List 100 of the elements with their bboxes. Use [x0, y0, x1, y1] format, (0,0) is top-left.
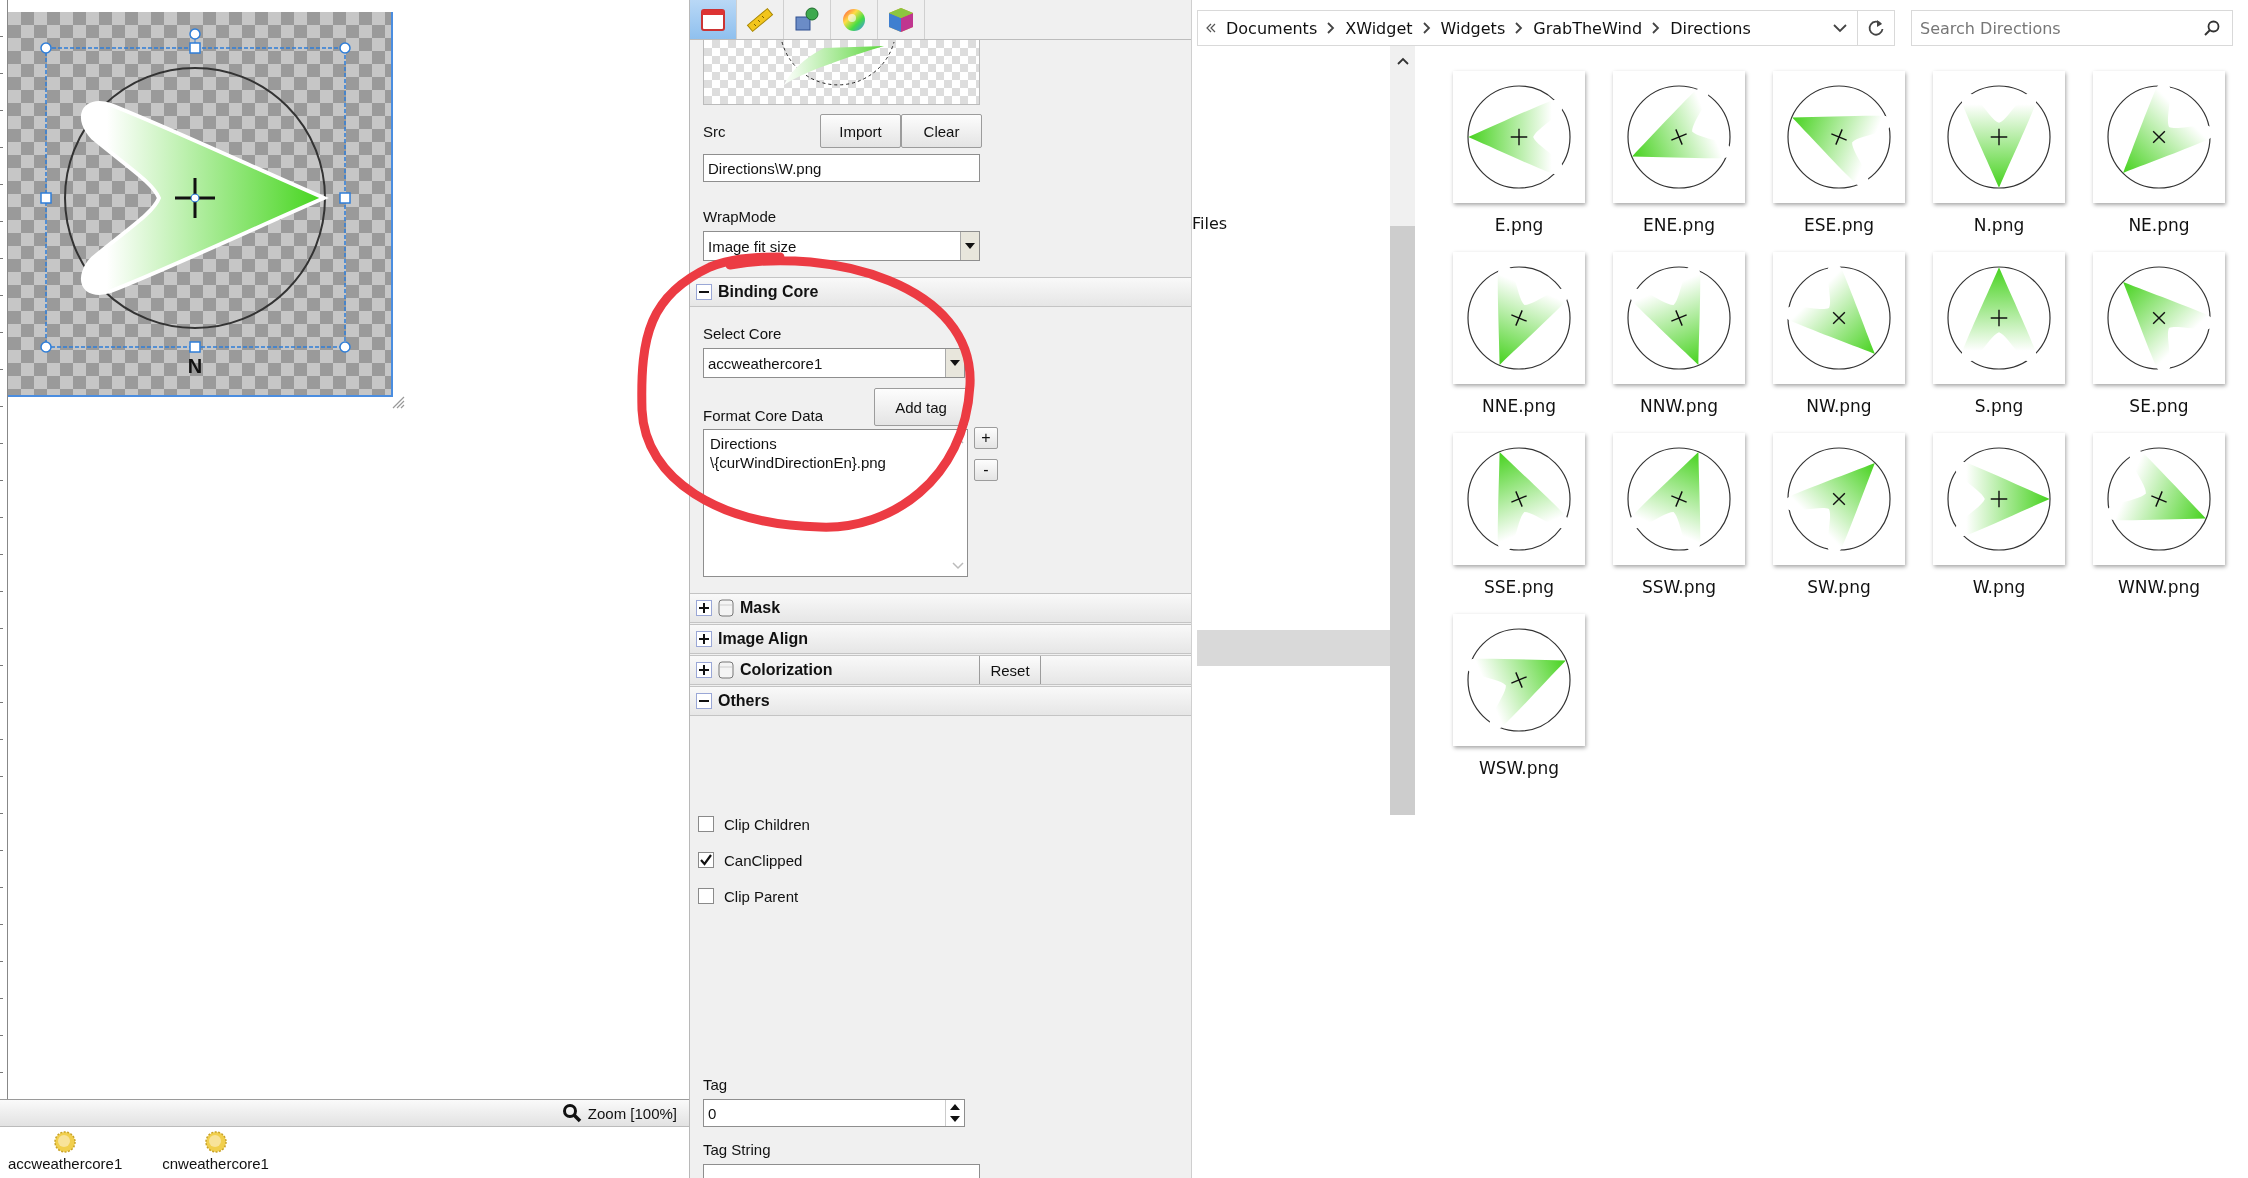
checkbox[interactable] — [698, 852, 714, 868]
file-name: SW.png — [1807, 577, 1871, 597]
field-label: Src — [703, 122, 727, 140]
sun-icon[interactable] — [53, 1130, 78, 1154]
checkbox-label: CanClipped — [724, 851, 803, 869]
section-title: Binding Core — [718, 283, 819, 301]
dropdown-arrow-icon — [950, 360, 960, 366]
core-name: cnweathercore1 — [162, 1155, 269, 1172]
collapse-icon[interactable] — [696, 693, 712, 709]
file-name: W.png — [1972, 577, 2026, 597]
search-icon[interactable] — [2204, 20, 2220, 36]
dropdown-chevron-icon[interactable] — [1833, 23, 1847, 33]
selection-frame[interactable] — [40, 28, 351, 353]
file-name: SSE.png — [1483, 577, 1555, 597]
scroll-down-icon[interactable] — [952, 562, 964, 570]
scrollbar[interactable] — [1390, 46, 1415, 815]
file-thumbnail[interactable] — [1773, 433, 1905, 565]
address-bar[interactable]: Documents XWidget Widgets GrabTheWind Directions — [1197, 10, 1895, 46]
file-name: NE.png — [2128, 215, 2190, 235]
add-line-button[interactable]: + — [974, 427, 998, 449]
search-icon[interactable] — [561, 1103, 582, 1123]
expand-icon[interactable] — [696, 600, 712, 616]
import-button[interactable]: Import — [820, 114, 901, 148]
file-thumbnail[interactable] — [1773, 252, 1905, 384]
spin-value: 0 — [707, 1103, 718, 1124]
checkbox[interactable] — [698, 816, 714, 832]
remove-line-button[interactable]: - — [974, 459, 998, 481]
section-header[interactable]: Others — [690, 686, 1191, 716]
breadcrumb[interactable]: Widgets — [1440, 18, 1506, 38]
chevron-right-icon — [1515, 22, 1524, 34]
chevron-right-icon — [1422, 22, 1431, 34]
breadcrumb[interactable]: Documents — [1226, 18, 1318, 38]
combo-value: Image fit size — [707, 236, 798, 257]
search-placeholder: Search Directions — [1920, 18, 2061, 38]
file-thumbnail[interactable] — [1933, 252, 2065, 384]
section-header[interactable]: Mask — [690, 593, 1191, 623]
toggle-box-icon[interactable] — [718, 661, 734, 679]
file-thumbnail[interactable] — [1613, 433, 1745, 565]
search-field[interactable]: Search Directions — [1911, 10, 2233, 46]
file-name: NNE.png — [1482, 396, 1556, 416]
scroll-up-icon[interactable] — [1396, 57, 1409, 65]
clear-button[interactable]: Clear — [901, 114, 982, 148]
file-name: E.png — [1494, 215, 1544, 235]
file-thumbnail[interactable] — [1613, 71, 1745, 203]
file-name: N.png — [1973, 215, 2025, 235]
file-name: NNW.png — [1639, 396, 1719, 416]
nav-item[interactable]: Files — [1192, 46, 1390, 233]
compass-arrow-drawing[interactable] — [64, 67, 326, 329]
file-thumbnail[interactable] — [2093, 252, 2225, 384]
core-name: accweathercore1 — [8, 1155, 123, 1172]
dropdown-arrow-icon — [965, 243, 975, 249]
file-name: S.png — [1974, 396, 2024, 416]
section-header[interactable]: Colorization Reset — [690, 655, 1191, 685]
file-thumbnail[interactable] — [2093, 71, 2225, 203]
file-name: SE.png — [2129, 396, 2189, 416]
chevron-double-left-icon[interactable] — [1206, 23, 1216, 33]
file-thumbnail[interactable] — [1933, 71, 2065, 203]
file-thumbnail[interactable] — [1773, 71, 1905, 203]
section-title: Mask — [740, 599, 782, 617]
checkbox[interactable] — [698, 888, 714, 904]
wrapmode-dropdown[interactable]: Image fit size — [703, 231, 980, 261]
expand-icon[interactable] — [696, 631, 712, 647]
file-thumbnail[interactable] — [1453, 433, 1585, 565]
add-tag-button[interactable]: Add tag — [874, 388, 968, 426]
section-title: Image Align — [718, 630, 810, 648]
field-label: Format Core Data — [703, 407, 825, 426]
breadcrumb[interactable]: XWidget — [1345, 18, 1413, 38]
file-thumbnail[interactable] — [1453, 252, 1585, 384]
file-thumbnail[interactable] — [2093, 433, 2225, 565]
file-name: WNW.png — [2117, 577, 2201, 597]
combo-value: accweathercore1 — [707, 353, 824, 374]
file-thumbnail[interactable] — [1453, 71, 1585, 203]
collapse-icon[interactable] — [696, 284, 712, 300]
sun-icon[interactable] — [203, 1130, 228, 1154]
breadcrumb[interactable]: Directions — [1670, 18, 1751, 38]
expand-icon[interactable] — [696, 662, 712, 678]
section-header[interactable]: Binding Core — [690, 277, 1191, 307]
chevron-right-icon — [1327, 22, 1336, 34]
refresh-icon[interactable] — [1867, 19, 1885, 37]
file-thumbnail[interactable] — [1613, 252, 1745, 384]
breadcrumb[interactable]: GrabTheWind — [1533, 18, 1643, 38]
zoom-level[interactable]: Zoom [100%] — [587, 1104, 677, 1122]
chevron-right-icon — [1652, 22, 1661, 34]
checkmark-icon — [700, 854, 712, 866]
file-thumbnail[interactable] — [1933, 433, 2065, 565]
tag-spin-field[interactable]: 0 — [703, 1099, 965, 1127]
src-field[interactable]: Directions\W.png — [703, 154, 980, 182]
section-header[interactable]: Image Align — [690, 624, 1191, 654]
toolbar-tab[interactable] — [690, 0, 737, 39]
direction-label: N — [187, 355, 203, 377]
field-label: WrapMode — [703, 208, 778, 225]
core-dropdown[interactable]: accweathercore1 — [703, 348, 965, 378]
section-title: Colorization — [740, 661, 834, 679]
field-label: Tag String — [703, 1141, 772, 1158]
file-name: NW.png — [1806, 396, 1872, 416]
file-thumbnail[interactable] — [1453, 614, 1585, 746]
resize-grip-icon[interactable] — [391, 395, 405, 409]
section-title: Others — [718, 692, 771, 710]
toggle-box-icon[interactable] — [718, 599, 734, 617]
reset-button[interactable]: Reset — [979, 656, 1041, 684]
